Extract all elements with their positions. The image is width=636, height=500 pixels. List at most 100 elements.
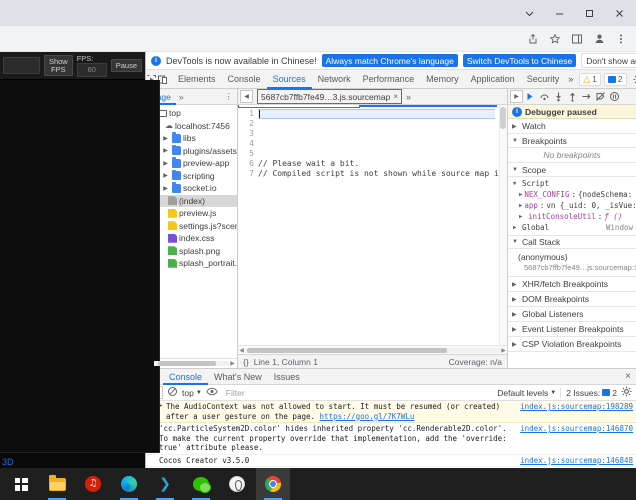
show-navigator-icon[interactable]: ◀ — [240, 90, 253, 103]
preview-url-field[interactable] — [3, 57, 40, 74]
callstack-header[interactable]: ▼ Call Stack — [508, 235, 636, 249]
tab-network[interactable]: Network — [312, 70, 357, 89]
drawer-tab-issues[interactable]: Issues — [268, 369, 306, 385]
xhr-breakpoints-header[interactable]: ▶ XHR/fetch Breakpoints — [508, 277, 636, 291]
scope-entry[interactable]: ▶ app: vn {_uid: 0, _isVue: tru — [508, 200, 636, 211]
chevron-down-icon[interactable]: ▼ — [512, 138, 519, 144]
taskbar-google-chrome[interactable] — [256, 468, 290, 500]
editor-tabs-overflow-icon[interactable]: » — [402, 92, 415, 102]
global-listeners-header[interactable]: ▶ Global Listeners — [508, 307, 636, 321]
clear-console-icon[interactable] — [167, 386, 178, 399]
console-message-log[interactable]: 'cc.ParticleSystem2D.color' hides inheri… — [146, 423, 636, 455]
taskbar-netease-music[interactable]: ♫ — [76, 468, 110, 500]
drawer-tab-whats-new[interactable]: What's New — [208, 369, 268, 385]
chevron-right-icon[interactable]: ▶ — [512, 123, 519, 130]
console-levels-selector[interactable]: Default levels ▼ — [497, 388, 556, 398]
chevron-down-icon[interactable]: ▼ — [512, 167, 519, 173]
taskbar-app-white[interactable] — [220, 468, 254, 500]
csp-violation-breakpoints-section[interactable]: ▶ CSP Violation Breakpoints — [508, 337, 636, 352]
pretty-print-icon[interactable]: {} — [243, 357, 249, 367]
chevron-down-icon[interactable]: ▼ — [512, 239, 519, 245]
console-message-log[interactable]: Cocos Creator v3.5.0 index.js:sourcemap:… — [146, 455, 636, 467]
navigator-overflow-icon[interactable]: » — [176, 92, 187, 102]
chrome-menu-icon[interactable] — [610, 28, 632, 50]
event-listener-breakpoints-header[interactable]: ▶ Event Listener Breakpoints — [508, 322, 636, 336]
editor-file-tab-close-icon[interactable]: × — [393, 92, 398, 101]
console-filter-input[interactable]: Filter — [222, 388, 493, 398]
scroll-track[interactable] — [154, 361, 229, 366]
editor-file-tab[interactable]: 5687cb7ffb7fe49…3.js.sourcemap × — [257, 89, 402, 104]
dom-breakpoints-header[interactable]: ▶ DOM Breakpoints — [508, 292, 636, 306]
callstack-frame[interactable]: (anonymous) 5687cb7ffb7fe49…js:sourcemap… — [508, 249, 636, 277]
scope-header[interactable]: ▼ Scope — [508, 163, 636, 177]
tab-security[interactable]: Security — [521, 70, 566, 89]
dom-breakpoints-section[interactable]: ▶ DOM Breakpoints — [508, 292, 636, 307]
side-panel-icon[interactable] — [566, 28, 588, 50]
chevron-right-icon[interactable]: ▶ — [512, 311, 519, 318]
scope-entry[interactable]: ▶ initConsoleUtil: ƒ () — [508, 211, 636, 222]
game-canvas[interactable] — [0, 80, 160, 453]
minimize-icon[interactable] — [544, 0, 574, 26]
event-listener-breakpoints-section[interactable]: ▶ Event Listener Breakpoints — [508, 322, 636, 337]
chevron-right-icon[interactable]: ▶ — [513, 225, 520, 231]
drawer-tab-console[interactable]: Console — [163, 369, 208, 385]
pause-button[interactable]: Pause — [110, 58, 142, 73]
watch-section[interactable]: ▶ Watch — [508, 119, 636, 134]
bookmark-star-icon[interactable] — [544, 28, 566, 50]
drawer-close-icon[interactable]: × — [625, 371, 636, 382]
chevron-right-icon[interactable]: ▶ — [161, 185, 170, 192]
chevron-right-icon[interactable]: ▶ — [161, 135, 170, 142]
share-icon[interactable] — [522, 28, 544, 50]
chevron-right-icon[interactable]: ▶ — [519, 203, 522, 209]
console-message-source[interactable]: index.js:sourcemap:198289 — [520, 402, 633, 411]
step-icon[interactable] — [580, 90, 593, 104]
chevron-right-icon[interactable]: ▶ — [161, 172, 170, 179]
scroll-left-icon[interactable]: ◀ — [238, 347, 245, 354]
always-match-language-button[interactable]: Always match Chrome's language — [321, 54, 458, 67]
live-expression-icon[interactable] — [206, 386, 218, 399]
deactivate-breakpoints-icon[interactable] — [594, 90, 607, 104]
scroll-thumb[interactable] — [158, 361, 216, 366]
warning-count-badge[interactable]: △ 1 — [579, 72, 601, 86]
tab-memory[interactable]: Memory — [420, 70, 465, 89]
editor-vscrollbar[interactable] — [499, 105, 507, 345]
pause-on-exceptions-icon[interactable] — [608, 90, 621, 104]
tab-application[interactable]: Application — [465, 70, 521, 89]
scope-script-node[interactable]: ▼ Script — [508, 178, 636, 189]
chevron-right-icon[interactable]: ▶ — [512, 341, 519, 348]
breakpoints-header[interactable]: ▼ Breakpoints — [508, 134, 636, 148]
taskbar-file-explorer[interactable] — [40, 468, 74, 500]
fps-input[interactable]: 60 — [76, 63, 107, 77]
tabs-overflow-icon[interactable]: » — [565, 70, 576, 89]
step-over-icon[interactable] — [538, 90, 551, 104]
taskbar-wechat[interactable] — [184, 468, 218, 500]
tab-search-icon[interactable] — [514, 0, 544, 26]
code-editor[interactable]: 1 2 3 4 5 6 7 // Please wait a bit. // C… — [238, 105, 507, 345]
switch-devtools-chinese-button[interactable]: Switch DevTools to Chinese — [462, 54, 577, 67]
taskbar-vs-code[interactable]: ❯ — [148, 468, 182, 500]
chevron-right-icon[interactable]: ▶ — [519, 192, 522, 198]
maximize-icon[interactable] — [574, 0, 604, 26]
watch-header[interactable]: ▶ Watch — [508, 119, 636, 133]
xhr-breakpoints-section[interactable]: ▶ XHR/fetch Breakpoints — [508, 277, 636, 292]
chevron-right-icon[interactable]: ▶ — [161, 147, 170, 154]
console-settings-gear-icon[interactable] — [621, 386, 632, 399]
scroll-right-icon[interactable]: ▶ — [500, 347, 507, 354]
console-message-source[interactable]: index.js:sourcemap:146848 — [520, 456, 633, 465]
console-issues-badge[interactable]: 2 Issues: 2 — [560, 387, 617, 398]
taskbar-microsoft-edge[interactable] — [112, 468, 146, 500]
console-message-link[interactable]: https://goo.gl/7K7WLu — [320, 412, 415, 421]
console-message-warning[interactable]: △ ▶ The AudioContext was not allowed to … — [146, 401, 636, 423]
dont-show-again-button[interactable]: Don't show again — [581, 53, 636, 68]
chevron-right-icon[interactable]: ▶ — [161, 160, 170, 167]
scroll-thumb[interactable] — [500, 107, 506, 129]
editor-hscrollbar[interactable]: ◀ ▶ — [238, 345, 507, 354]
start-button[interactable] — [4, 468, 38, 500]
csp-violation-breakpoints-header[interactable]: ▶ CSP Violation Breakpoints — [508, 337, 636, 351]
devtools-settings-gear-icon[interactable] — [630, 70, 636, 89]
chevron-right-icon[interactable]: ▶ — [512, 296, 519, 303]
close-window-icon[interactable] — [604, 0, 634, 26]
expand-icon[interactable]: ▶ — [159, 402, 166, 409]
show-fps-button[interactable]: Show FPS — [43, 54, 73, 77]
tab-elements[interactable]: Elements — [172, 70, 222, 89]
